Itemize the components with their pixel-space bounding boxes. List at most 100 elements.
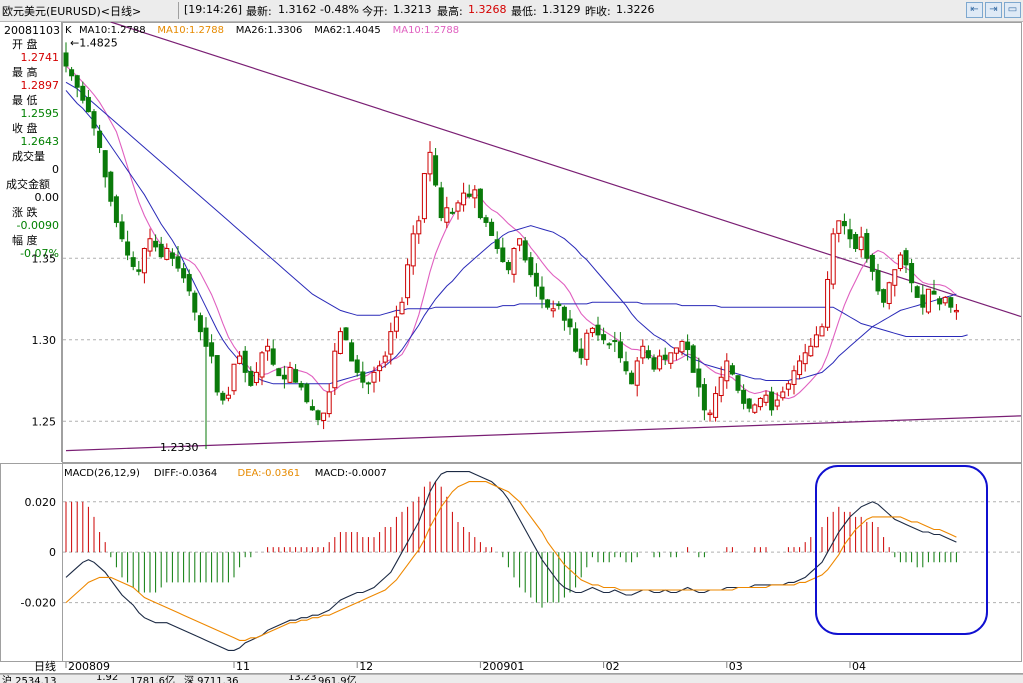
candle-body: [175, 256, 181, 269]
candle-body: [427, 151, 433, 175]
candle-body: [113, 196, 119, 223]
candle-body: [214, 355, 220, 393]
candle-body: [657, 355, 663, 370]
restore-window-icon[interactable]: ⇥: [985, 2, 1002, 18]
candle-body: [606, 343, 612, 346]
candle-body: [141, 248, 147, 274]
candle-body: [225, 394, 231, 399]
diff-line: [65, 471, 957, 651]
candle-body: [858, 236, 864, 251]
candle-body: [584, 332, 590, 360]
candle-body: [791, 370, 797, 385]
prev-close-label: 昨收:: [585, 5, 611, 18]
candle-body: [259, 352, 265, 378]
x-tick-label: 02: [606, 660, 620, 673]
candle-body: [729, 365, 735, 375]
candle-body: [477, 188, 483, 219]
candle-body: [158, 243, 164, 258]
candle-body: [673, 347, 679, 354]
instrument-title: 欧元美元(EURUSD)<日线>: [2, 5, 142, 18]
candle-body: [528, 257, 534, 276]
ma-legend-item: MA62:1.4045: [314, 25, 381, 36]
candle-body: [869, 254, 875, 272]
candle-body: [937, 298, 943, 305]
candle-body: [192, 292, 198, 313]
high-label: 最高:: [437, 5, 463, 18]
candle-body: [309, 406, 315, 411]
low-annotation: 1.2330: [160, 441, 199, 454]
candle-body: [718, 376, 724, 397]
candle-body: [298, 383, 304, 388]
candle-body: [578, 348, 584, 359]
macd-tick-label: -0.020: [21, 597, 56, 610]
status-sz-index: 深 9711.36: [184, 676, 239, 683]
candle-body: [405, 264, 411, 299]
trendline-upper: [110, 22, 1022, 318]
candle-body: [102, 150, 108, 178]
candle-body: [623, 361, 629, 372]
candle-body: [713, 393, 719, 418]
period-label: 日线: [34, 659, 56, 673]
candle-body: [925, 288, 931, 313]
candle-body: [80, 85, 86, 101]
candle-body: [438, 187, 444, 219]
candle-body: [813, 334, 819, 348]
candle-body: [797, 360, 803, 376]
candle-body: [382, 355, 388, 363]
candle-body: [819, 326, 825, 337]
candle-body: [533, 272, 539, 287]
candle-body: [550, 308, 556, 312]
candle-body: [360, 371, 366, 383]
status-sh-index: 沪 2534.13: [2, 676, 57, 683]
x-tick-label: 04: [852, 660, 866, 673]
candle-body: [337, 331, 343, 354]
candle-body: [651, 357, 657, 370]
candle-body: [455, 202, 461, 212]
ma-legend-item: K: [65, 25, 72, 36]
candle-body: [365, 382, 371, 385]
chart-canvas[interactable]: 1.25 1.30 1.35 0.020 0 -0.020 200809 11 12 200901…: [0, 22, 1023, 674]
candle-body: [332, 350, 338, 389]
price-tick-label: 1.25: [32, 415, 57, 428]
candle-body: [270, 348, 276, 365]
candle-body: [433, 155, 439, 186]
candle-body: [561, 306, 567, 321]
candle-body: [774, 399, 780, 407]
x-tick-label: 200809: [68, 660, 110, 673]
candle-body: [942, 296, 948, 304]
minimize-chart-icon[interactable]: ▭: [1004, 2, 1021, 18]
candle-body: [629, 372, 635, 385]
x-tick-label: 200901: [482, 660, 524, 673]
candle-body: [634, 360, 640, 386]
candles: [63, 42, 959, 449]
x-tick-label: 12: [359, 660, 373, 673]
candle-body: [500, 247, 506, 263]
candle-body: [741, 389, 747, 404]
candle-body: [808, 345, 814, 357]
candle-body: [265, 345, 271, 352]
candle-body: [724, 360, 730, 382]
candle-body: [785, 383, 791, 390]
candle-body: [679, 340, 685, 353]
x-tick-label: 11: [236, 660, 250, 673]
candle-body: [886, 282, 892, 304]
candle-body: [276, 368, 282, 377]
candle-body: [875, 270, 881, 292]
candle-body: [209, 342, 215, 357]
ma-lines: [65, 65, 968, 400]
candle-body: [701, 384, 707, 411]
title-bar: 欧元美元(EURUSD)<日线> [19:14:26] 最新: 1.3162 -…: [0, 0, 1023, 22]
candle-body: [343, 327, 349, 341]
status-bar: 沪 2534.13 1.92 1781.6亿 深 9711.36 13.23 9…: [0, 674, 1023, 683]
candle-body: [449, 211, 455, 214]
ma-legend-item: MA10:1.2788: [157, 25, 224, 36]
candle-body: [668, 352, 674, 364]
candle-body: [517, 238, 523, 246]
candle-body: [735, 375, 741, 391]
expand-left-icon[interactable]: ⇤: [966, 2, 983, 18]
candle-body: [539, 286, 545, 300]
candle-body: [91, 111, 97, 129]
latest-label: 最新:: [246, 5, 272, 18]
macd-legend-item: MACD(26,12,9): [64, 468, 140, 479]
candle-body: [825, 278, 831, 328]
